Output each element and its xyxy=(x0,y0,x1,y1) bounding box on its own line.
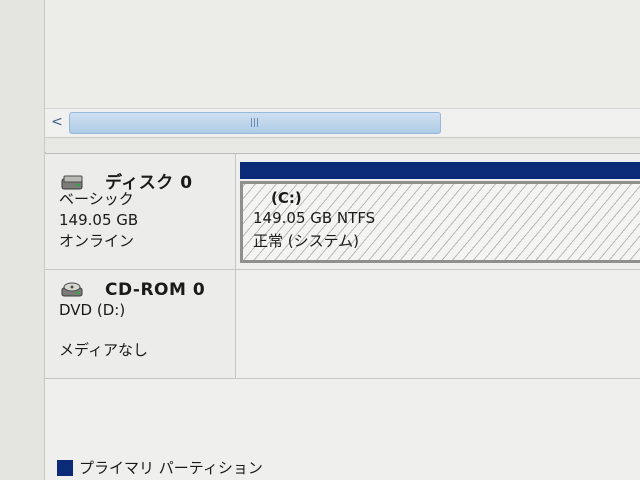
disk-size: 149.05 GB xyxy=(59,211,139,229)
disk-label-cell[interactable]: ディスク 0 ベーシック 149.05 GB オンライン xyxy=(45,154,236,269)
disk-type: ベーシック xyxy=(59,190,134,208)
empty-area: プライマリ パーティション xyxy=(45,379,640,480)
scroll-thumb[interactable] xyxy=(69,112,441,134)
cdrom-row: CD-ROM 0 DVD (D:) メディアなし xyxy=(45,270,640,379)
partition-status: 正常 (システム) xyxy=(253,232,360,250)
cdrom-type: DVD (D:) xyxy=(59,301,126,319)
disk-status: オンライン xyxy=(59,232,135,250)
partition-area: (C:) 149.05 GB NTFS 正常 (システム) xyxy=(240,162,640,263)
cdrom-name: CD-ROM 0 xyxy=(105,280,206,300)
legend-label: プライマリ パーティション xyxy=(79,459,263,477)
partition-size: 149.05 GB NTFS xyxy=(253,209,376,227)
disk-graphical-view: ディスク 0 ベーシック 149.05 GB オンライン (C:) 149.05… xyxy=(45,153,640,480)
pane-divider[interactable] xyxy=(45,138,640,152)
grip-icon xyxy=(251,118,259,127)
partition-letter: (C:) xyxy=(271,189,302,207)
partition-c[interactable]: (C:) 149.05 GB NTFS 正常 (システム) xyxy=(240,181,640,263)
left-margin xyxy=(0,0,45,480)
legend: プライマリ パーティション xyxy=(57,457,263,478)
cdrom-label-cell[interactable]: CD-ROM 0 DVD (D:) メディアなし xyxy=(45,270,236,378)
scroll-left-arrow[interactable]: < xyxy=(47,112,67,132)
primary-partition-bar xyxy=(240,162,640,179)
horizontal-scrollbar[interactable]: < xyxy=(45,108,640,138)
cd-rom-icon xyxy=(61,282,83,297)
chevron-left-icon: < xyxy=(51,114,63,130)
primary-partition-swatch xyxy=(57,459,73,476)
disk-row: ディスク 0 ベーシック 149.05 GB オンライン (C:) 149.05… xyxy=(45,154,640,270)
cdrom-status: メディアなし xyxy=(59,341,148,359)
